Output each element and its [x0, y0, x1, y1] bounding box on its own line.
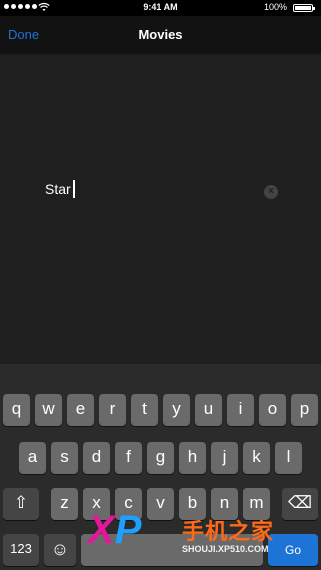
numbers-key[interactable]: 123 — [3, 534, 39, 566]
key-i[interactable]: i — [227, 394, 254, 426]
page-title: Movies — [138, 27, 183, 42]
key-m[interactable]: m — [243, 488, 270, 520]
key-t[interactable]: t — [131, 394, 158, 426]
key-l[interactable]: l — [275, 442, 302, 474]
key-u[interactable]: u — [195, 394, 222, 426]
key-c[interactable]: c — [115, 488, 142, 520]
search-area: Star × — [0, 54, 321, 364]
emoji-key[interactable]: ☺ — [44, 534, 76, 566]
key-d[interactable]: d — [83, 442, 110, 474]
key-o[interactable]: o — [259, 394, 286, 426]
key-z[interactable]: z — [51, 488, 78, 520]
key-n[interactable]: n — [211, 488, 238, 520]
key-f[interactable]: f — [115, 442, 142, 474]
key-y[interactable]: y — [163, 394, 190, 426]
key-w[interactable]: w — [35, 394, 62, 426]
go-key[interactable]: Go — [268, 534, 318, 566]
key-s[interactable]: s — [51, 442, 78, 474]
key-a[interactable]: a — [19, 442, 46, 474]
key-x[interactable]: x — [83, 488, 110, 520]
search-input-value: Star — [45, 181, 71, 197]
text-caret — [72, 180, 75, 198]
shift-key[interactable]: ⇧ — [3, 488, 39, 520]
status-bar: 9:41 AM 100% — [0, 0, 321, 16]
search-input[interactable]: Star × — [45, 180, 285, 204]
key-b[interactable]: b — [179, 488, 206, 520]
key-v[interactable]: v — [147, 488, 174, 520]
key-h[interactable]: h — [179, 442, 206, 474]
on-screen-keyboard: q w e r t y u i o p a s d f g h j k l ⇧ … — [0, 364, 321, 570]
key-q[interactable]: q — [3, 394, 30, 426]
done-button[interactable]: Done — [8, 27, 39, 42]
key-r[interactable]: r — [99, 394, 126, 426]
key-g[interactable]: g — [147, 442, 174, 474]
navigation-bar: Done Movies — [0, 16, 321, 54]
clear-circle-icon[interactable]: × — [264, 185, 278, 199]
space-key[interactable] — [81, 534, 263, 566]
delete-key[interactable]: ⌫ — [282, 488, 318, 520]
key-p[interactable]: p — [291, 394, 318, 426]
key-k[interactable]: k — [243, 442, 270, 474]
key-e[interactable]: e — [67, 394, 94, 426]
battery-icon — [293, 4, 315, 12]
battery-percentage: 100% — [263, 2, 287, 12]
key-j[interactable]: j — [211, 442, 238, 474]
